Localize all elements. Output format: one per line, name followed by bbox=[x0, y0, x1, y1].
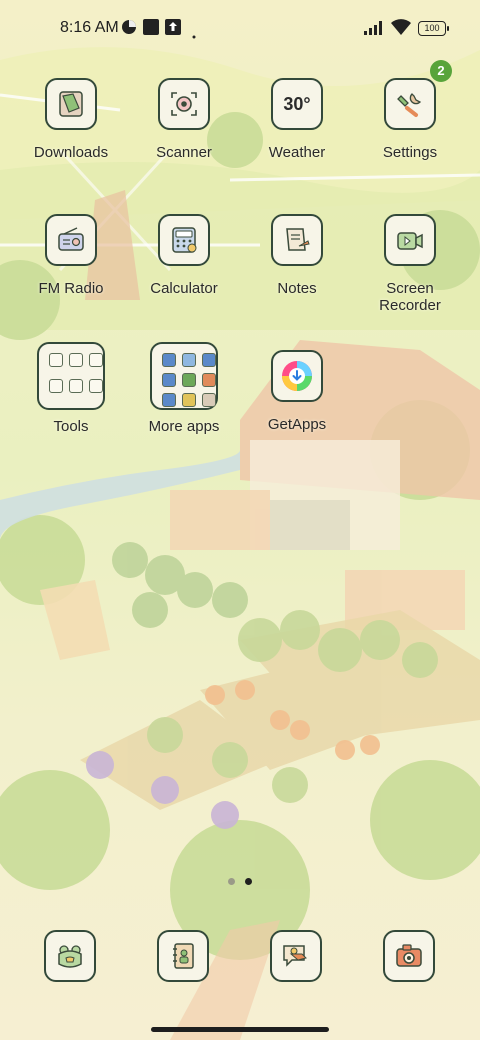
app-notification-icon bbox=[143, 19, 159, 40]
mini-app-icon bbox=[69, 379, 83, 393]
mini-app-icon bbox=[202, 353, 216, 367]
settings-icon bbox=[384, 78, 436, 130]
mini-app-icon bbox=[49, 353, 63, 367]
page-dot-active[interactable] bbox=[245, 878, 252, 885]
mini-app-icon bbox=[182, 373, 196, 387]
app-label: More apps bbox=[148, 418, 220, 435]
phone-icon bbox=[44, 930, 96, 982]
app-weather[interactable]: 30° Weather bbox=[242, 78, 352, 161]
battery-icon: 100 bbox=[418, 21, 449, 36]
mini-app-icon bbox=[182, 353, 196, 367]
app-fm-radio[interactable]: FM Radio bbox=[16, 214, 126, 297]
app-scanner[interactable]: Scanner bbox=[129, 78, 239, 161]
dock-phone[interactable] bbox=[44, 930, 96, 982]
app-label: FM Radio bbox=[38, 280, 104, 297]
mini-app-icon bbox=[89, 353, 103, 367]
app-label: Calculator bbox=[150, 280, 218, 297]
more-notifications-dot bbox=[192, 26, 196, 44]
app-getapps[interactable]: GetApps bbox=[242, 350, 352, 433]
app-downloads[interactable]: Downloads bbox=[16, 78, 126, 161]
page-dot[interactable] bbox=[228, 878, 235, 885]
downloads-icon bbox=[45, 78, 97, 130]
messages-icon bbox=[270, 930, 322, 982]
calculator-icon bbox=[158, 214, 210, 266]
data-saver-icon bbox=[121, 19, 137, 40]
screen-recorder-icon bbox=[384, 214, 436, 266]
app-label: Settings bbox=[382, 144, 438, 161]
mini-app-icon bbox=[49, 379, 63, 393]
folder-icon bbox=[150, 342, 218, 410]
dock-camera[interactable] bbox=[383, 930, 435, 982]
signal-icon bbox=[364, 21, 386, 40]
app-label: Tools bbox=[53, 418, 89, 435]
status-bar: 8:16 AM 100 bbox=[0, 0, 480, 56]
app-calculator[interactable]: Calculator bbox=[129, 214, 239, 297]
notes-icon bbox=[271, 214, 323, 266]
folder-tools[interactable]: Tools bbox=[16, 342, 126, 435]
mini-app-icon bbox=[202, 393, 216, 407]
folder-more-apps[interactable]: More apps bbox=[129, 342, 239, 435]
app-settings[interactable]: Settings bbox=[355, 78, 465, 161]
radio-icon bbox=[45, 214, 97, 266]
mini-app-icon bbox=[182, 393, 196, 407]
scanner-icon bbox=[158, 78, 210, 130]
dock-messages[interactable] bbox=[270, 930, 322, 982]
mini-app-icon bbox=[89, 379, 103, 393]
app-screen-recorder[interactable]: Screen Recorder bbox=[355, 214, 465, 314]
app-label: GetApps bbox=[267, 416, 327, 433]
status-time: 8:16 AM bbox=[60, 19, 119, 36]
app-notes[interactable]: Notes bbox=[242, 214, 352, 297]
contacts-icon bbox=[157, 930, 209, 982]
app-label: Notes bbox=[277, 280, 317, 297]
app-label: Downloads bbox=[33, 144, 109, 161]
mini-app-icon bbox=[202, 373, 216, 387]
getapps-icon bbox=[271, 350, 323, 402]
upload-notification-icon bbox=[165, 19, 181, 40]
mini-app-icon bbox=[162, 393, 176, 407]
folder-icon bbox=[37, 342, 105, 410]
home-gesture-bar[interactable] bbox=[151, 1027, 329, 1032]
app-label: Scanner bbox=[156, 144, 212, 161]
dock-contacts[interactable] bbox=[157, 930, 209, 982]
camera-icon bbox=[383, 930, 435, 982]
app-label: Weather bbox=[268, 144, 326, 161]
app-label: Screen Recorder bbox=[379, 280, 441, 314]
mini-app-icon bbox=[162, 353, 176, 367]
mini-app-icon bbox=[162, 373, 176, 387]
wifi-icon bbox=[390, 18, 412, 41]
weather-icon: 30° bbox=[271, 78, 323, 130]
mini-app-icon bbox=[69, 353, 83, 367]
settings-notification-badge: 2 bbox=[430, 60, 452, 82]
